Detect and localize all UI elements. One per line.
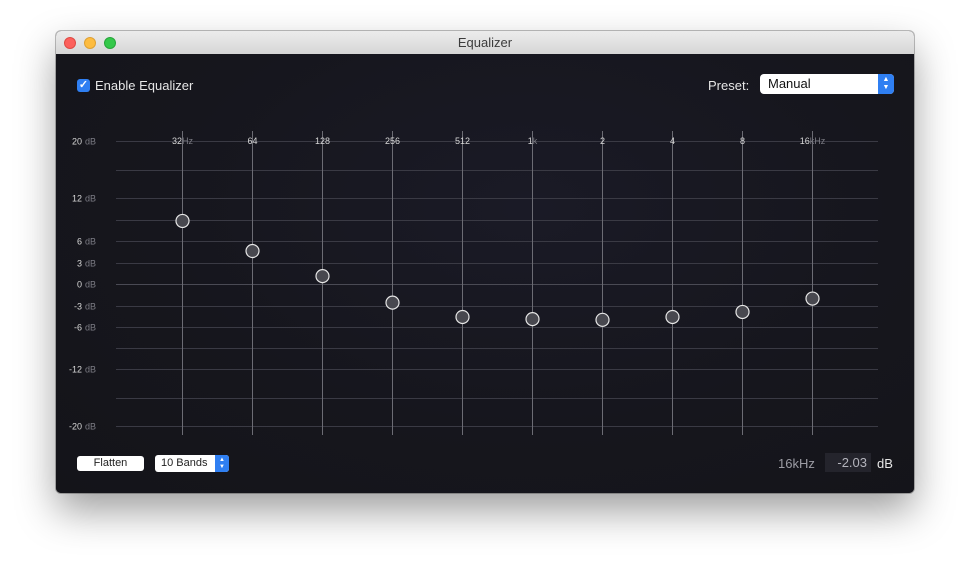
band-frequency-value: 128 — [315, 136, 330, 146]
band-frequency-label: 32Hz — [172, 136, 194, 146]
chevron-up-down-icon: ▲ ▼ — [215, 455, 229, 472]
band-frequency-unit: kHz — [810, 136, 826, 146]
bands-value: 10 Bands — [161, 457, 208, 469]
db-tick-unit: dB — [85, 365, 96, 375]
db-tick-value: -3 — [74, 302, 82, 312]
band-frequency-unit: k — [533, 136, 538, 146]
band-frequency-value: 256 — [385, 136, 400, 146]
band-frequency-label: 4 — [670, 136, 675, 146]
band-slider-knob[interactable] — [805, 291, 820, 306]
db-tick-value: -6 — [74, 323, 82, 333]
db-tick-label: 0 dB — [77, 280, 96, 290]
band-gain-field[interactable]: -2.03 — [825, 453, 871, 472]
db-tick-value: 0 — [77, 280, 82, 290]
band-frequency-value: 512 — [455, 136, 470, 146]
band-frequency-label: 8 — [740, 136, 745, 146]
band-frequency-value: 2 — [600, 136, 605, 146]
band-frequency-label: 1k — [528, 136, 538, 146]
db-tick-label: -20 dB — [69, 422, 96, 432]
band-slider-knob[interactable] — [665, 309, 680, 325]
band-slider-knob[interactable] — [595, 312, 610, 327]
band-frequency-value: 64 — [247, 136, 257, 146]
window-title: Equalizer — [457, 35, 513, 50]
db-tick-value: 6 — [77, 237, 82, 247]
db-tick-label: -6 dB — [74, 323, 96, 333]
band-slider-knob[interactable] — [385, 295, 400, 310]
db-tick-unit: dB — [85, 194, 96, 204]
db-tick-label: -12 dB — [69, 365, 96, 375]
db-tick-value: 12 — [72, 194, 82, 204]
db-tick-value: -12 — [69, 365, 82, 375]
band-slider-knob[interactable] — [245, 243, 260, 259]
band-frequency-value: 8 — [740, 136, 745, 146]
band-slider-knob[interactable] — [455, 309, 470, 325]
db-tick-unit: dB — [85, 137, 96, 147]
band-frequency-label: 16kHz — [800, 136, 826, 146]
band-frequency-label: 64 — [247, 136, 257, 146]
db-tick-label: 3 dB — [77, 259, 96, 269]
db-tick-unit: dB — [85, 280, 96, 290]
db-tick-value: -20 — [69, 422, 82, 432]
title-bar[interactable]: Equalizer — [56, 31, 914, 55]
db-tick-label: -3 dB — [74, 302, 96, 312]
band-frequency-label: 256 — [385, 136, 400, 146]
band-slider-knob[interactable] — [525, 312, 540, 327]
band-frequency-label: 512 — [455, 136, 470, 146]
db-tick-label: 6 dB — [77, 237, 96, 247]
band-frequency-value: 16 — [800, 136, 810, 146]
selected-band-frequency: 16kHz — [778, 456, 815, 471]
db-tick-value: 20 — [72, 137, 82, 147]
equalizer-window: Equalizer ✓ Enable Equalizer Preset: Man… — [56, 31, 914, 493]
band-slider-knob[interactable] — [175, 213, 190, 229]
band-frequency-label: 2 — [600, 136, 605, 146]
db-tick-unit: dB — [85, 302, 96, 312]
db-tick-unit: dB — [85, 259, 96, 269]
flatten-button[interactable]: Flatten — [77, 456, 144, 471]
bands-select[interactable]: 10 Bands ▲ ▼ — [155, 455, 229, 472]
db-tick-unit: dB — [85, 422, 96, 432]
db-tick-label: 20 dB — [72, 137, 96, 147]
band-gain-unit: dB — [877, 456, 893, 471]
db-tick-value: 3 — [77, 259, 82, 269]
band-frequency-value: 4 — [670, 136, 675, 146]
band-frequency-value: 32 — [172, 136, 182, 146]
band-slider-knob[interactable] — [735, 304, 750, 320]
band-frequency-unit: Hz — [182, 136, 193, 146]
db-tick-unit: dB — [85, 237, 96, 247]
equalizer-graph: 20 dB12 dB6 dB3 dB0 dB-3 dB-6 dB-12 dB-20 dB32Hz 6… — [69, 131, 878, 435]
equalizer-panel: ✓ Enable Equalizer Preset: Manual ▲ ▼ 20 d… — [56, 54, 914, 493]
band-slider-knob[interactable] — [315, 269, 330, 284]
db-tick-unit: dB — [85, 323, 96, 333]
db-tick-label: 12 dB — [72, 194, 96, 204]
band-frequency-label: 128 — [315, 136, 330, 146]
